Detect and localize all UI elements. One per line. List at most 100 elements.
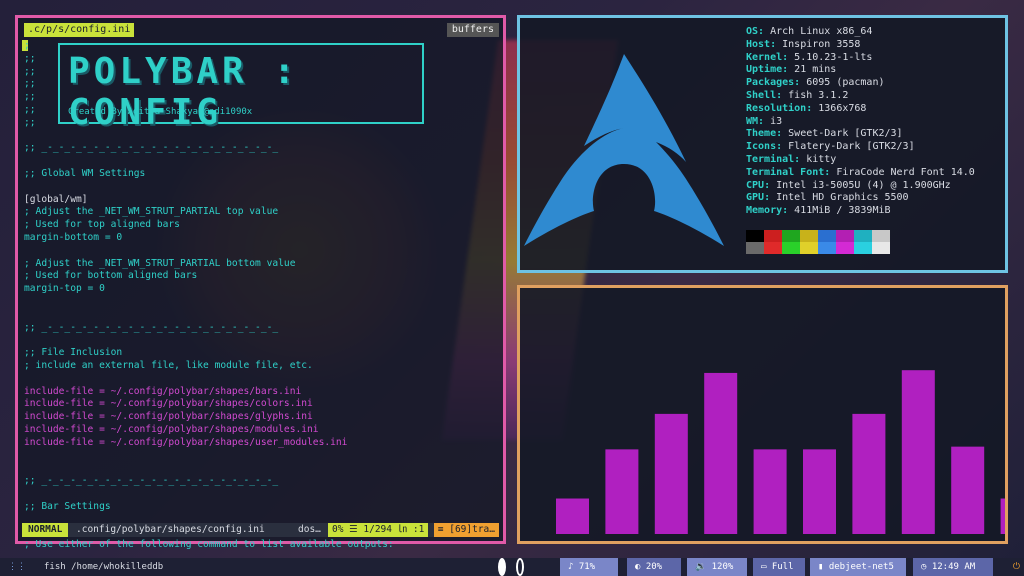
- code-line[interactable]: [24, 462, 494, 475]
- code-line[interactable]: include-file = ~/.config/polybar/shapes/…: [24, 437, 494, 450]
- code-line[interactable]: [24, 373, 494, 386]
- info-row: Resolution: 1366x768: [746, 103, 975, 116]
- code-line[interactable]: [24, 245, 494, 258]
- power-menu-icon[interactable]: ⏻: [1013, 558, 1020, 576]
- visualizer-bars: [556, 370, 1005, 534]
- code-line[interactable]: [global/wm]: [24, 194, 494, 207]
- color-swatch: [836, 230, 854, 242]
- code-line[interactable]: [24, 155, 494, 168]
- visualizer-bar: [654, 413, 688, 534]
- info-value: 5.10.23-1-lts: [794, 51, 873, 63]
- editor-tabline: .c/p/s/config.ini buffers: [22, 23, 499, 37]
- info-key: Terminal: [746, 153, 795, 165]
- brightness-module[interactable]: ◐ 20%: [627, 558, 681, 576]
- info-value: kitty: [806, 153, 837, 165]
- code-line[interactable]: ; Used for bottom aligned bars: [24, 270, 494, 283]
- info-colon: :: [776, 89, 789, 101]
- info-row: Icons: Flatery-Dark [GTK2/3]: [746, 141, 975, 154]
- info-colon: :: [824, 166, 837, 178]
- code-line[interactable]: [24, 450, 494, 463]
- polybar: ⋮⋮ fish /home/whokilleddb ♪ 71% ◐ 20% 🔉 12…: [0, 558, 1024, 576]
- code-line[interactable]: [24, 309, 494, 322]
- color-swatch: [746, 242, 764, 254]
- info-value: FiraCode Nerd Font 14.0: [836, 166, 975, 178]
- code-line[interactable]: ;; _-_-_-_-_-_-_-_-_-_-_-_-_-_-_-_-_-_-_…: [24, 475, 494, 488]
- mode-indicator: NORMAL: [22, 523, 69, 537]
- workspace-grid-icon[interactable]: ⋮⋮: [8, 558, 26, 576]
- editor-pane[interactable]: .c/p/s/config.ini buffers ;;;;;;;;;;;;; …: [15, 15, 506, 550]
- code-line[interactable]: ; Adjust the _NET_WM_STRUT_PARTIAL botto…: [24, 258, 494, 271]
- code-line[interactable]: margin-top = 0: [24, 283, 494, 296]
- code-line[interactable]: ;; Global WM Settings: [24, 168, 494, 181]
- info-colon: :: [782, 51, 795, 63]
- code-line[interactable]: [24, 296, 494, 309]
- code-line[interactable]: margin-bottom = 0: [24, 232, 494, 245]
- color-swatch: [854, 230, 872, 242]
- info-row: Uptime: 21 mins: [746, 64, 975, 77]
- visualizer-bar: [803, 449, 836, 534]
- info-value: 1366x768: [818, 102, 867, 114]
- visualizer-bar: [753, 449, 787, 534]
- info-key: CPU: [746, 179, 765, 191]
- info-value: Intel i3-5005U (4) @ 1.900GHz: [776, 179, 951, 191]
- info-key: WM: [746, 115, 759, 127]
- code-line[interactable]: include-file = ~/.config/polybar/shapes/…: [24, 411, 494, 424]
- info-row: Theme: Sweet-Dark [GTK2/3]: [746, 128, 975, 141]
- info-row: OS: Arch Linux x86_64: [746, 26, 975, 39]
- info-row: Kernel: 5.10.23-1-lts: [746, 52, 975, 65]
- code-line[interactable]: [24, 181, 494, 194]
- module-label: Full: [771, 562, 794, 572]
- info-colon: :: [776, 141, 789, 153]
- code-line[interactable]: include-file = ~/.config/polybar/shapes/…: [24, 424, 494, 437]
- tab-config-ini[interactable]: .c/p/s/config.ini: [24, 23, 135, 37]
- system-info: OS: Arch Linux x86_64 Host: Inspiron 3558…: [746, 26, 975, 218]
- clock-module[interactable]: ◷ 12:49 AM: [913, 558, 993, 576]
- color-palette: [746, 230, 890, 254]
- status-filetype: dos…: [298, 524, 321, 535]
- visualizer-bar: [704, 372, 738, 534]
- color-swatch: [836, 242, 854, 254]
- visualizer-bar: [556, 498, 589, 534]
- color-swatch: [872, 242, 890, 254]
- volume-module[interactable]: ♪ 71%: [560, 558, 618, 576]
- info-row: CPU: Intel i3-5005U (4) @ 1.900GHz: [746, 180, 975, 193]
- module-label: 120%: [711, 562, 734, 572]
- info-value: 411MiB / 3839MiB: [794, 205, 891, 217]
- neofetch-pane[interactable]: OS: Arch Linux x86_64 Host: Inspiron 3558…: [517, 15, 1008, 273]
- info-key: OS: [746, 26, 759, 37]
- color-swatch: [764, 242, 782, 254]
- info-value: 21 mins: [794, 64, 837, 76]
- info-key: Terminal Font: [746, 166, 825, 178]
- info-colon: :: [794, 77, 807, 89]
- info-key: Kernel: [746, 51, 783, 63]
- code-line[interactable]: ; Use either of the following command to…: [24, 539, 494, 552]
- battery-module[interactable]: 🔉 120%: [687, 558, 747, 576]
- power-module[interactable]: ▭ Full: [753, 558, 805, 576]
- info-row: Memory: 411MiB / 3839MiB: [746, 205, 975, 218]
- workspace-dot-active[interactable]: [498, 558, 506, 576]
- clock-icon: ◷: [921, 562, 932, 572]
- tab-buffers[interactable]: buffers: [446, 23, 499, 37]
- info-colon: :: [782, 205, 795, 217]
- info-value: Arch Linux x86_64: [770, 26, 873, 37]
- code-line[interactable]: [24, 334, 494, 347]
- code-line[interactable]: include-file = ~/.config/polybar/shapes/…: [24, 386, 494, 399]
- code-line[interactable]: ;; Bar Settings: [24, 501, 494, 514]
- code-line[interactable]: ; include an external file, like module …: [24, 360, 494, 373]
- code-line[interactable]: ;; _-_-_-_-_-_-_-_-_-_-_-_-_-_-_-_-_-_-_…: [24, 142, 494, 155]
- code-line[interactable]: include-file = ~/.config/polybar/shapes/…: [24, 398, 494, 411]
- code-line[interactable]: ; Adjust the _NET_WM_STRUT_PARTIAL top v…: [24, 206, 494, 219]
- info-colon: :: [758, 26, 771, 37]
- audio-visualizer-pane[interactable]: [517, 285, 1008, 544]
- status-trailing: ≡ [69]tra…: [433, 523, 499, 537]
- network-module[interactable]: ▮ debjeet-net5: [810, 558, 906, 576]
- visualizer-bar: [605, 449, 639, 534]
- code-line[interactable]: ; Used for top aligned bars: [24, 219, 494, 232]
- color-swatch: [854, 242, 872, 254]
- code-line[interactable]: ;; File Inclusion: [24, 347, 494, 360]
- code-line[interactable]: ;; _-_-_-_-_-_-_-_-_-_-_-_-_-_-_-_-_-_-_…: [24, 322, 494, 335]
- visualizer-bar: [852, 413, 886, 534]
- code-line[interactable]: [24, 488, 494, 501]
- workspace-dot-inactive[interactable]: [516, 558, 524, 576]
- info-key: Memory: [746, 205, 783, 217]
